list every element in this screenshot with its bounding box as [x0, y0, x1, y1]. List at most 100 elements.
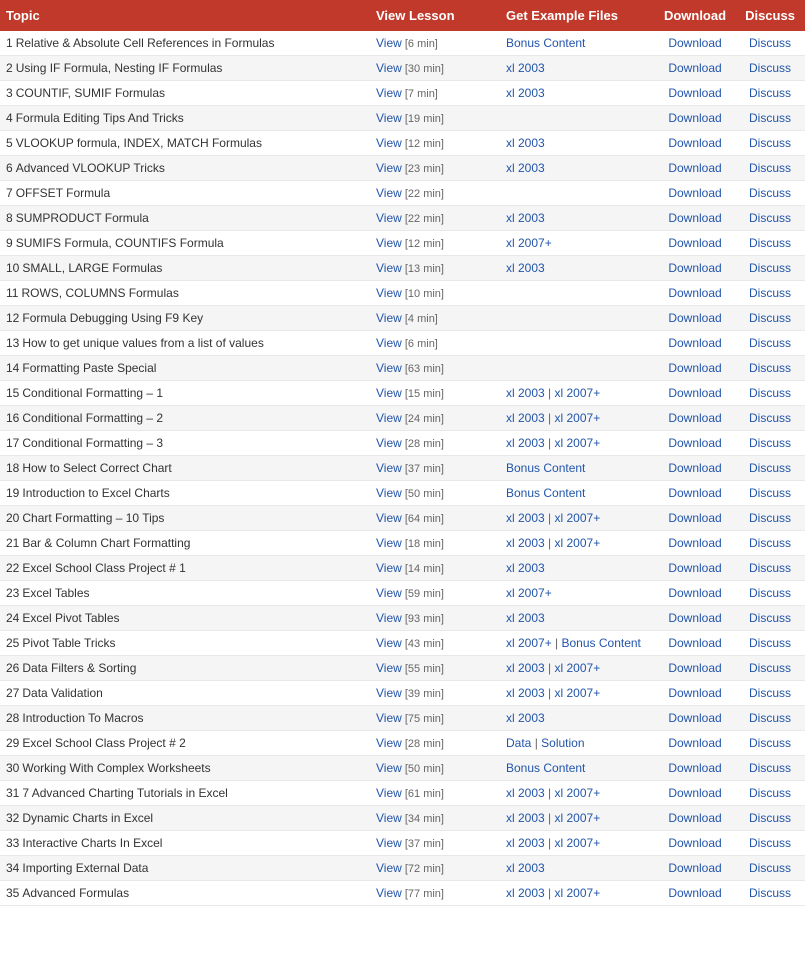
download-cell[interactable]: Download	[655, 331, 735, 356]
view-link[interactable]: View	[376, 511, 402, 525]
file-link[interactable]: xl 2007+	[555, 436, 601, 450]
file-link[interactable]: xl 2007+	[555, 386, 601, 400]
file-link[interactable]: Bonus Content	[506, 461, 585, 475]
discuss-cell[interactable]: Discuss	[735, 281, 805, 306]
file-link[interactable]: xl 2003	[506, 511, 545, 525]
view-link[interactable]: View	[376, 111, 402, 125]
discuss-cell[interactable]: Discuss	[735, 781, 805, 806]
discuss-link[interactable]: Discuss	[749, 636, 791, 650]
file-link[interactable]: xl 2003	[506, 211, 545, 225]
view-link[interactable]: View	[376, 236, 402, 250]
view-cell[interactable]: View [14 min]	[370, 556, 500, 581]
discuss-cell[interactable]: Discuss	[735, 456, 805, 481]
download-cell[interactable]: Download	[655, 731, 735, 756]
download-cell[interactable]: Download	[655, 256, 735, 281]
view-cell[interactable]: View [55 min]	[370, 656, 500, 681]
discuss-cell[interactable]: Discuss	[735, 256, 805, 281]
view-link[interactable]: View	[376, 536, 402, 550]
file-link[interactable]: xl 2007+	[506, 636, 552, 650]
download-link[interactable]: Download	[668, 786, 721, 800]
file-link[interactable]: xl 2007+	[555, 686, 601, 700]
view-link[interactable]: View	[376, 786, 402, 800]
view-cell[interactable]: View [6 min]	[370, 331, 500, 356]
file-link[interactable]: xl 2003	[506, 61, 545, 75]
file-link[interactable]: xl 2007+	[506, 236, 552, 250]
file-link[interactable]: xl 2003	[506, 261, 545, 275]
download-cell[interactable]: Download	[655, 531, 735, 556]
discuss-link[interactable]: Discuss	[749, 686, 791, 700]
discuss-cell[interactable]: Discuss	[735, 31, 805, 56]
view-link[interactable]: View	[376, 486, 402, 500]
view-link[interactable]: View	[376, 36, 402, 50]
discuss-cell[interactable]: Discuss	[735, 206, 805, 231]
discuss-link[interactable]: Discuss	[749, 311, 791, 325]
download-link[interactable]: Download	[668, 661, 721, 675]
discuss-cell[interactable]: Discuss	[735, 556, 805, 581]
discuss-link[interactable]: Discuss	[749, 286, 791, 300]
download-cell[interactable]: Download	[655, 456, 735, 481]
discuss-link[interactable]: Discuss	[749, 36, 791, 50]
download-cell[interactable]: Download	[655, 306, 735, 331]
view-cell[interactable]: View [75 min]	[370, 706, 500, 731]
discuss-link[interactable]: Discuss	[749, 536, 791, 550]
view-link[interactable]: View	[376, 411, 402, 425]
file-link[interactable]: xl 2003	[506, 711, 545, 725]
download-link[interactable]: Download	[668, 86, 721, 100]
discuss-link[interactable]: Discuss	[749, 511, 791, 525]
view-cell[interactable]: View [7 min]	[370, 81, 500, 106]
file-link[interactable]: xl 2003	[506, 861, 545, 875]
download-link[interactable]: Download	[668, 836, 721, 850]
download-link[interactable]: Download	[668, 436, 721, 450]
discuss-link[interactable]: Discuss	[749, 461, 791, 475]
view-link[interactable]: View	[376, 86, 402, 100]
download-link[interactable]: Download	[668, 36, 721, 50]
view-link[interactable]: View	[376, 186, 402, 200]
view-cell[interactable]: View [15 min]	[370, 381, 500, 406]
discuss-link[interactable]: Discuss	[749, 211, 791, 225]
file-link[interactable]: xl 2003	[506, 386, 545, 400]
view-cell[interactable]: View [59 min]	[370, 581, 500, 606]
discuss-link[interactable]: Discuss	[749, 261, 791, 275]
file-link[interactable]: Bonus Content	[506, 486, 585, 500]
discuss-link[interactable]: Discuss	[749, 361, 791, 375]
file-link[interactable]: xl 2007+	[506, 586, 552, 600]
view-link[interactable]: View	[376, 811, 402, 825]
file-link[interactable]: xl 2003	[506, 436, 545, 450]
file-link[interactable]: xl 2003	[506, 411, 545, 425]
download-link[interactable]: Download	[668, 636, 721, 650]
discuss-link[interactable]: Discuss	[749, 886, 791, 900]
download-link[interactable]: Download	[668, 136, 721, 150]
download-link[interactable]: Download	[668, 761, 721, 775]
discuss-cell[interactable]: Discuss	[735, 106, 805, 131]
view-cell[interactable]: View [43 min]	[370, 631, 500, 656]
discuss-cell[interactable]: Discuss	[735, 381, 805, 406]
view-cell[interactable]: View [63 min]	[370, 356, 500, 381]
view-cell[interactable]: View [23 min]	[370, 156, 500, 181]
download-link[interactable]: Download	[668, 361, 721, 375]
discuss-cell[interactable]: Discuss	[735, 706, 805, 731]
file-link[interactable]: xl 2007+	[555, 411, 601, 425]
discuss-link[interactable]: Discuss	[749, 586, 791, 600]
discuss-cell[interactable]: Discuss	[735, 606, 805, 631]
file-link[interactable]: xl 2003	[506, 161, 545, 175]
download-cell[interactable]: Download	[655, 81, 735, 106]
file-link[interactable]: xl 2003	[506, 611, 545, 625]
file-link[interactable]: xl 2003	[506, 86, 545, 100]
download-cell[interactable]: Download	[655, 856, 735, 881]
view-cell[interactable]: View [37 min]	[370, 831, 500, 856]
file-link[interactable]: xl 2007+	[555, 836, 601, 850]
discuss-cell[interactable]: Discuss	[735, 131, 805, 156]
view-cell[interactable]: View [37 min]	[370, 456, 500, 481]
file-link[interactable]: xl 2007+	[555, 661, 601, 675]
download-cell[interactable]: Download	[655, 681, 735, 706]
file-link[interactable]: xl 2007+	[555, 786, 601, 800]
file-link[interactable]: xl 2003	[506, 536, 545, 550]
file-link[interactable]: xl 2003	[506, 811, 545, 825]
download-cell[interactable]: Download	[655, 31, 735, 56]
download-link[interactable]: Download	[668, 386, 721, 400]
discuss-cell[interactable]: Discuss	[735, 506, 805, 531]
download-cell[interactable]: Download	[655, 806, 735, 831]
view-cell[interactable]: View [18 min]	[370, 531, 500, 556]
discuss-link[interactable]: Discuss	[749, 661, 791, 675]
view-link[interactable]: View	[376, 461, 402, 475]
